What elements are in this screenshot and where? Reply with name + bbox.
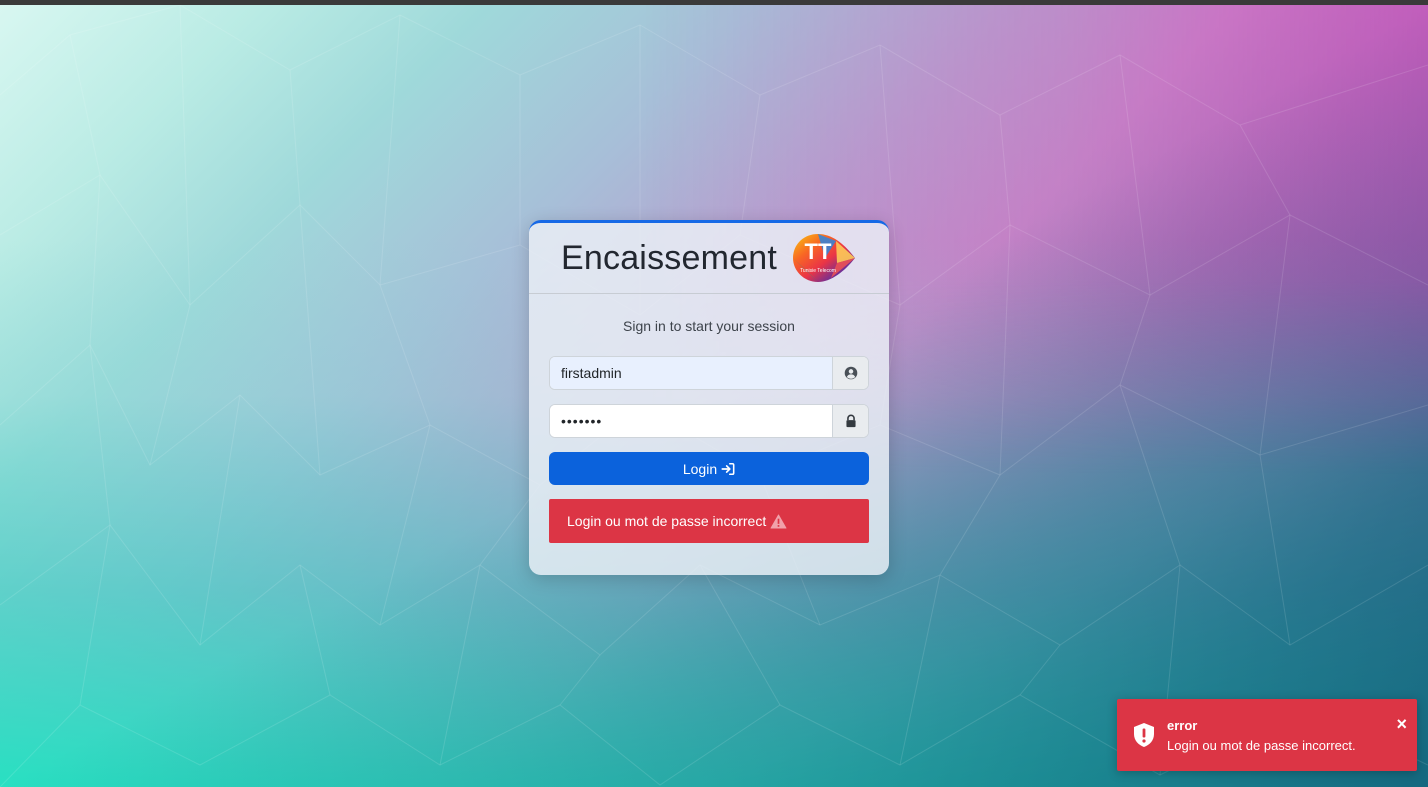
login-subtitle: Sign in to start your session xyxy=(623,318,795,334)
username-addon xyxy=(832,357,868,389)
password-group xyxy=(549,404,869,438)
username-group xyxy=(549,356,869,390)
username-input[interactable] xyxy=(550,357,832,389)
sign-in-icon xyxy=(721,462,735,475)
toast-content: error Login ou mot de passe incorrect. xyxy=(1167,718,1417,753)
tunisie-telecom-logo: TT Tunisie Telecom xyxy=(792,234,855,282)
login-error-text: Login ou mot de passe incorrect xyxy=(567,513,767,529)
login-error-alert: Login ou mot de passe incorrect xyxy=(549,499,869,543)
error-toast: error Login ou mot de passe incorrect. × xyxy=(1117,699,1417,771)
login-card-header: Encaissement TT Tunisie Telecom xyxy=(529,223,889,294)
password-addon xyxy=(832,405,868,437)
toast-message: Login ou mot de passe incorrect. xyxy=(1167,737,1356,753)
shield-icon xyxy=(1134,723,1154,747)
user-circle-icon xyxy=(844,366,857,380)
toast-icon-wrap xyxy=(1117,722,1167,748)
login-button-label: Login xyxy=(682,460,718,477)
app-title: Encaissement xyxy=(561,238,777,277)
warning-icon xyxy=(770,513,787,529)
password-input[interactable] xyxy=(550,405,832,437)
close-icon[interactable]: × xyxy=(1396,715,1407,733)
toast-title: error xyxy=(1167,717,1198,733)
login-button[interactable]: Login xyxy=(549,452,869,485)
lock-icon xyxy=(845,414,856,428)
svg-text:Tunisie Telecom: Tunisie Telecom xyxy=(800,268,836,274)
login-card: Encaissement TT Tunisie Telecom Sign in … xyxy=(529,220,889,575)
login-card-body: Sign in to start your session Log xyxy=(529,294,889,543)
svg-text:TT: TT xyxy=(805,239,832,264)
